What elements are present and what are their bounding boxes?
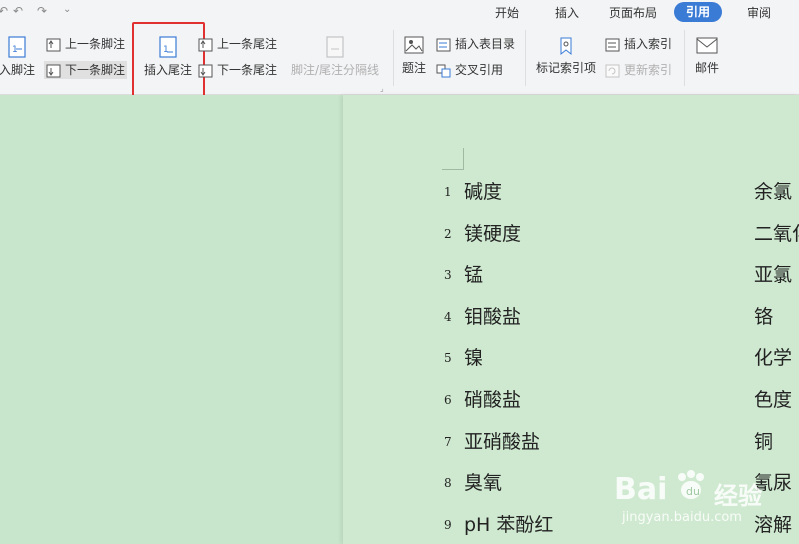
next-endnote-icon [198, 64, 213, 77]
next-endnote-button[interactable]: 下一条尾注 [198, 61, 277, 79]
tab-references[interactable]: 引用 [674, 2, 723, 22]
endnote-term-left: 硝酸盐 [464, 389, 522, 411]
highlight-box [132, 22, 205, 99]
tab-insert[interactable]: 插入 [555, 4, 579, 21]
prev-endnote-label: 上一条尾注 [217, 37, 278, 51]
next-endnote-label: 下一条尾注 [217, 63, 278, 77]
footnote-icon: 1 [8, 36, 26, 58]
update-index-label: 更新索引 [624, 63, 673, 77]
svg-text:du: du [686, 485, 700, 498]
watermark-brand: Bai [614, 472, 668, 507]
next-footnote-label: 下一条脚注 [65, 63, 126, 77]
endnote-term-right: 铜 [754, 431, 774, 453]
endnote-term-left: pH 苯酚红 [464, 514, 554, 536]
line-number: 1 [444, 185, 452, 199]
picture-icon [404, 36, 424, 54]
endnote-term-left: 镍 [464, 347, 484, 369]
insert-index-button[interactable]: 插入索引 [605, 35, 672, 53]
insert-toc-button[interactable]: 插入表目录 [436, 35, 515, 53]
paw-icon: du [678, 470, 704, 499]
prev-endnote-icon [198, 38, 213, 51]
mail-icon [696, 37, 718, 54]
separator-line-button[interactable]: 脚注/尾注分隔线 [289, 35, 381, 78]
mark-index-button[interactable]: 标记索引项 [533, 35, 599, 76]
insert-footnote-label: 入脚注 [0, 63, 35, 77]
update-index-button[interactable]: 更新索引 [605, 61, 672, 79]
line-number: 8 [444, 476, 452, 490]
prev-footnote-icon [46, 38, 61, 51]
endnote-term-right: 化学 [754, 347, 793, 369]
margin-marker [442, 169, 464, 170]
endnote-term-right: 亚氯 [754, 264, 793, 286]
cross-reference-icon [436, 64, 451, 77]
title-bar: ↶ ↶ ↷ ⌄ 开始 插入 页面布局 引用 审阅 [0, 0, 799, 24]
tab-review[interactable]: 审阅 [747, 4, 771, 21]
prev-footnote-button[interactable]: 上一条脚注 [46, 35, 125, 53]
next-footnote-icon [46, 64, 61, 77]
separator-line-label: 脚注/尾注分隔线 [290, 63, 380, 77]
caption-button[interactable]: 题注 [399, 35, 429, 76]
insert-footnote-button[interactable]: 1 入脚注 [0, 35, 40, 78]
undo-icon[interactable]: ↶ [13, 4, 23, 18]
endnote-term-left: 亚硝酸盐 [464, 431, 541, 453]
dialog-launcher-icon[interactable]: ⌟ [380, 84, 384, 93]
svg-text:1: 1 [12, 45, 18, 55]
line-number: 5 [444, 351, 452, 365]
insert-toc-label: 插入表目录 [455, 37, 516, 51]
endnote-term-right: 色度 [754, 389, 793, 411]
cross-reference-label: 交叉引用 [455, 63, 504, 77]
line-number: 3 [444, 268, 452, 282]
prev-endnote-button[interactable]: 上一条尾注 [198, 35, 277, 53]
undo-icon[interactable]: ↶ [0, 4, 8, 18]
endnote-term-right: 铬 [754, 306, 774, 328]
cross-reference-button[interactable]: 交叉引用 [436, 61, 503, 79]
line-number: 4 [444, 310, 452, 324]
insert-index-label: 插入索引 [624, 37, 673, 51]
chevron-down-icon[interactable]: ⌄ [63, 4, 71, 15]
update-index-icon [605, 64, 620, 77]
table-of-contents-icon [436, 38, 451, 51]
group-divider [525, 30, 526, 86]
mail-button[interactable]: 邮件 [690, 35, 724, 76]
caption-label: 题注 [401, 61, 426, 75]
baidu-watermark: Bai du 经验 jingyan.baidu.com [614, 458, 794, 528]
insert-index-icon [605, 38, 620, 51]
endnote-term-right: 二氧化 [754, 223, 799, 245]
endnote-term-left: 臭氧 [464, 472, 503, 494]
separator-line-icon [326, 36, 344, 58]
line-number: 9 [444, 518, 452, 532]
watermark-brand-2: 经验 [714, 482, 762, 510]
tab-home[interactable]: 开始 [495, 4, 519, 21]
line-number: 6 [444, 393, 452, 407]
group-divider [684, 30, 685, 86]
line-number: 2 [444, 227, 452, 241]
line-number: 7 [444, 435, 452, 449]
group-divider [393, 30, 394, 86]
tab-page-layout[interactable]: 页面布局 [609, 4, 657, 21]
margin-marker [463, 148, 464, 170]
endnote-term-left: 镁硬度 [464, 223, 522, 245]
redo-icon[interactable]: ↷ [37, 4, 47, 18]
endnote-term-right: 余氯 [754, 181, 793, 203]
watermark-url: jingyan.baidu.com [622, 510, 742, 525]
mark-index-icon [560, 37, 572, 56]
endnote-term-left: 碱度 [464, 181, 503, 203]
endnote-term-left: 钼酸盐 [464, 306, 522, 328]
prev-footnote-label: 上一条脚注 [65, 37, 126, 51]
mail-label: 邮件 [694, 61, 719, 75]
mark-index-label: 标记索引项 [535, 61, 596, 75]
endnote-term-left: 锰 [464, 264, 484, 286]
next-footnote-button[interactable]: 下一条脚注 [44, 61, 128, 79]
